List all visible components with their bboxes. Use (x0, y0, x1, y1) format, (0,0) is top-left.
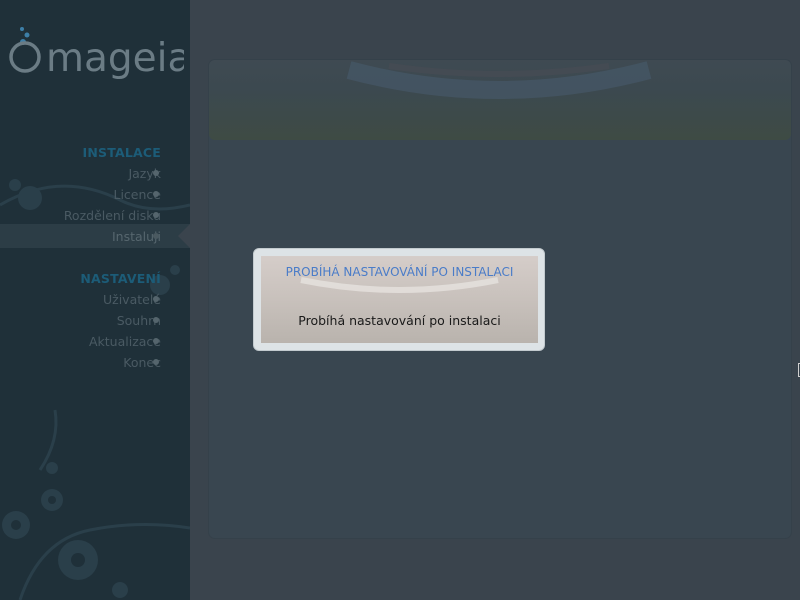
dialog-title: PROBÍHÁ NASTAVOVÁNÍ PO INSTALACI (285, 265, 514, 279)
step-updates: Aktualizace (88, 334, 161, 349)
post-install-dialog: PROBÍHÁ NASTAVOVÁNÍ PO INSTALACI Probíhá… (253, 248, 545, 351)
active-step-arrow-icon (178, 224, 190, 248)
step-bullet-icon (153, 296, 159, 302)
mageia-logo-icon: mageia (9, 27, 184, 81)
floral-decoration-icon (0, 179, 190, 600)
step-bullet-icon (153, 212, 159, 218)
installer-sidebar: mageia INSTALACE Jazyk Licence Rozdělení… (0, 0, 190, 600)
step-bullet-icon (153, 191, 159, 197)
step-bullet-icon (153, 317, 159, 323)
header-banner-icon (209, 60, 791, 140)
svg-text:mageia: mageia (46, 36, 184, 81)
dialog-message: Probíhá nastavování po instalaci (298, 313, 501, 328)
active-step-highlight (0, 224, 190, 248)
section-heading-configuration: NASTAVENÍ (80, 271, 161, 286)
step-bullet-icon (153, 338, 159, 344)
step-bullet-icon (153, 170, 159, 176)
step-bullet-icon (153, 233, 159, 239)
section-heading-installation: INSTALACE (82, 145, 161, 160)
step-bullet-icon (153, 359, 159, 365)
dialog-body: PROBÍHÁ NASTAVOVÁNÍ PO INSTALACI Probíhá… (261, 256, 538, 343)
step-partitioning: Rozdělení disku (63, 208, 161, 223)
